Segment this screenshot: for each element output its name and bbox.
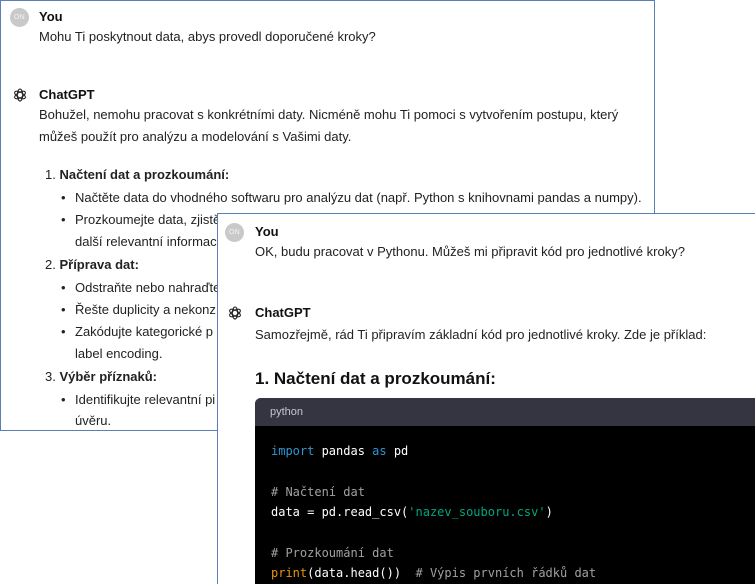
code-line-2: # Načtení dat <box>271 485 365 499</box>
list-item: Řešte duplicity a nekonz <box>75 302 216 317</box>
list-item: úvěru. <box>75 413 112 428</box>
step-title: Příprava dat: <box>59 257 139 272</box>
bullet-dot: • <box>61 212 66 227</box>
step-number: 2. <box>45 257 56 272</box>
chatgpt-logo-icon <box>229 306 241 320</box>
step-title: Načtení dat a prozkoumání: <box>59 167 230 182</box>
code-line-5: print(data.head()) # Výpis prvních řádků… <box>271 566 597 580</box>
code-language-label: python <box>255 398 755 426</box>
code-line-4: # Prozkoumání dat <box>271 546 394 560</box>
step-1-heading: 1. Načtení dat a prozkoumání: <box>45 167 229 182</box>
list-item: další relevantní informace. <box>75 234 228 249</box>
assistant-name: ChatGPT <box>255 305 311 320</box>
user-message: OK, budu pracovat v Pythonu. Můžeš mi př… <box>255 244 685 259</box>
list-item: Odstraňte nebo nahraďte <box>75 280 221 295</box>
assistant-message: Samozřejmě, rád Ti připravím základní kó… <box>255 327 707 342</box>
code-line-1: import pandas as pd <box>271 444 409 458</box>
bullet-dot: • <box>61 302 66 317</box>
bullet-dot: • <box>61 190 66 205</box>
bullet-dot: • <box>61 280 66 295</box>
assistant-message-line-2: můžeš použít pro analýzu a modelování s … <box>39 129 352 144</box>
code-line-3: data = pd.read_csv('nazev_souboru.csv') <box>271 505 553 519</box>
assistant-message-line-1: Bohužel, nemohu pracovat s konkrétními d… <box>39 107 619 122</box>
list-item: Identifikujte relevantní pi <box>75 392 216 407</box>
user-name: You <box>255 224 279 239</box>
chat-panel-front: ON You OK, budu pracovat v Pythonu. Může… <box>217 213 755 584</box>
bullet-dot: • <box>61 324 66 339</box>
list-item: Zakódujte kategorické p <box>75 324 214 339</box>
list-item: label encoding. <box>75 346 163 361</box>
user-name: You <box>39 9 63 24</box>
step-number: 3. <box>45 369 56 384</box>
bullet-dot: • <box>61 392 66 407</box>
user-avatar: ON <box>225 223 244 242</box>
assistant-name: ChatGPT <box>39 87 95 102</box>
user-message: Mohu Ti poskytnout data, abys provedl do… <box>39 29 376 44</box>
list-item: Načtěte data do vhodného softwaru pro an… <box>75 190 642 205</box>
user-avatar: ON <box>10 8 29 27</box>
chatgpt-logo-icon <box>14 88 26 102</box>
step-3-heading: 3. Výběr příznaků: <box>45 369 157 384</box>
step-title: Výběr příznaků: <box>59 369 157 384</box>
step-number: 1. <box>45 167 56 182</box>
code-block[interactable]: python import pandas as pd # Načtení dat… <box>255 398 755 584</box>
section-heading: 1. Načtení dat a prozkoumání: <box>255 369 496 388</box>
step-2-heading: 2. Příprava dat: <box>45 257 139 272</box>
